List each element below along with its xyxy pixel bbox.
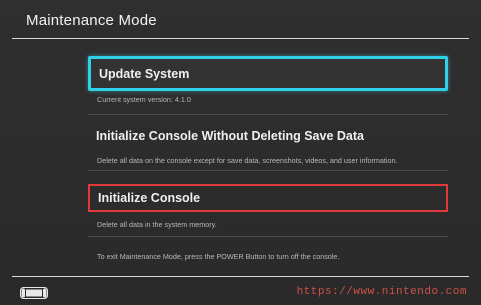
system-version-text: Current system version: 4.1.0 bbox=[97, 95, 191, 104]
option-divider bbox=[88, 236, 448, 237]
update-system-label: Update System bbox=[99, 66, 190, 81]
initialize-keep-save-button[interactable]: Initialize Console Without Deleting Save… bbox=[88, 125, 448, 147]
initialize-keep-save-description: Delete all data on the console except fo… bbox=[97, 156, 398, 165]
page-title: Maintenance Mode bbox=[26, 12, 157, 29]
console-icon bbox=[20, 287, 48, 299]
initialize-keep-save-label: Initialize Console Without Deleting Save… bbox=[96, 129, 364, 143]
header-divider bbox=[12, 38, 469, 39]
exit-instruction-text: To exit Maintenance Mode, press the POWE… bbox=[97, 252, 340, 261]
initialize-console-button[interactable]: Initialize Console bbox=[88, 184, 448, 212]
option-divider bbox=[88, 114, 448, 115]
maintenance-screen: Maintenance Mode Update System Current s… bbox=[0, 0, 481, 305]
watermark-url: https://www.nintendo.com bbox=[296, 286, 467, 298]
footer-divider bbox=[12, 276, 469, 277]
initialize-console-description: Delete all data in the system memory. bbox=[97, 220, 217, 229]
option-divider bbox=[88, 170, 448, 171]
initialize-console-label: Initialize Console bbox=[98, 191, 201, 205]
update-system-button[interactable]: Update System bbox=[88, 56, 448, 91]
